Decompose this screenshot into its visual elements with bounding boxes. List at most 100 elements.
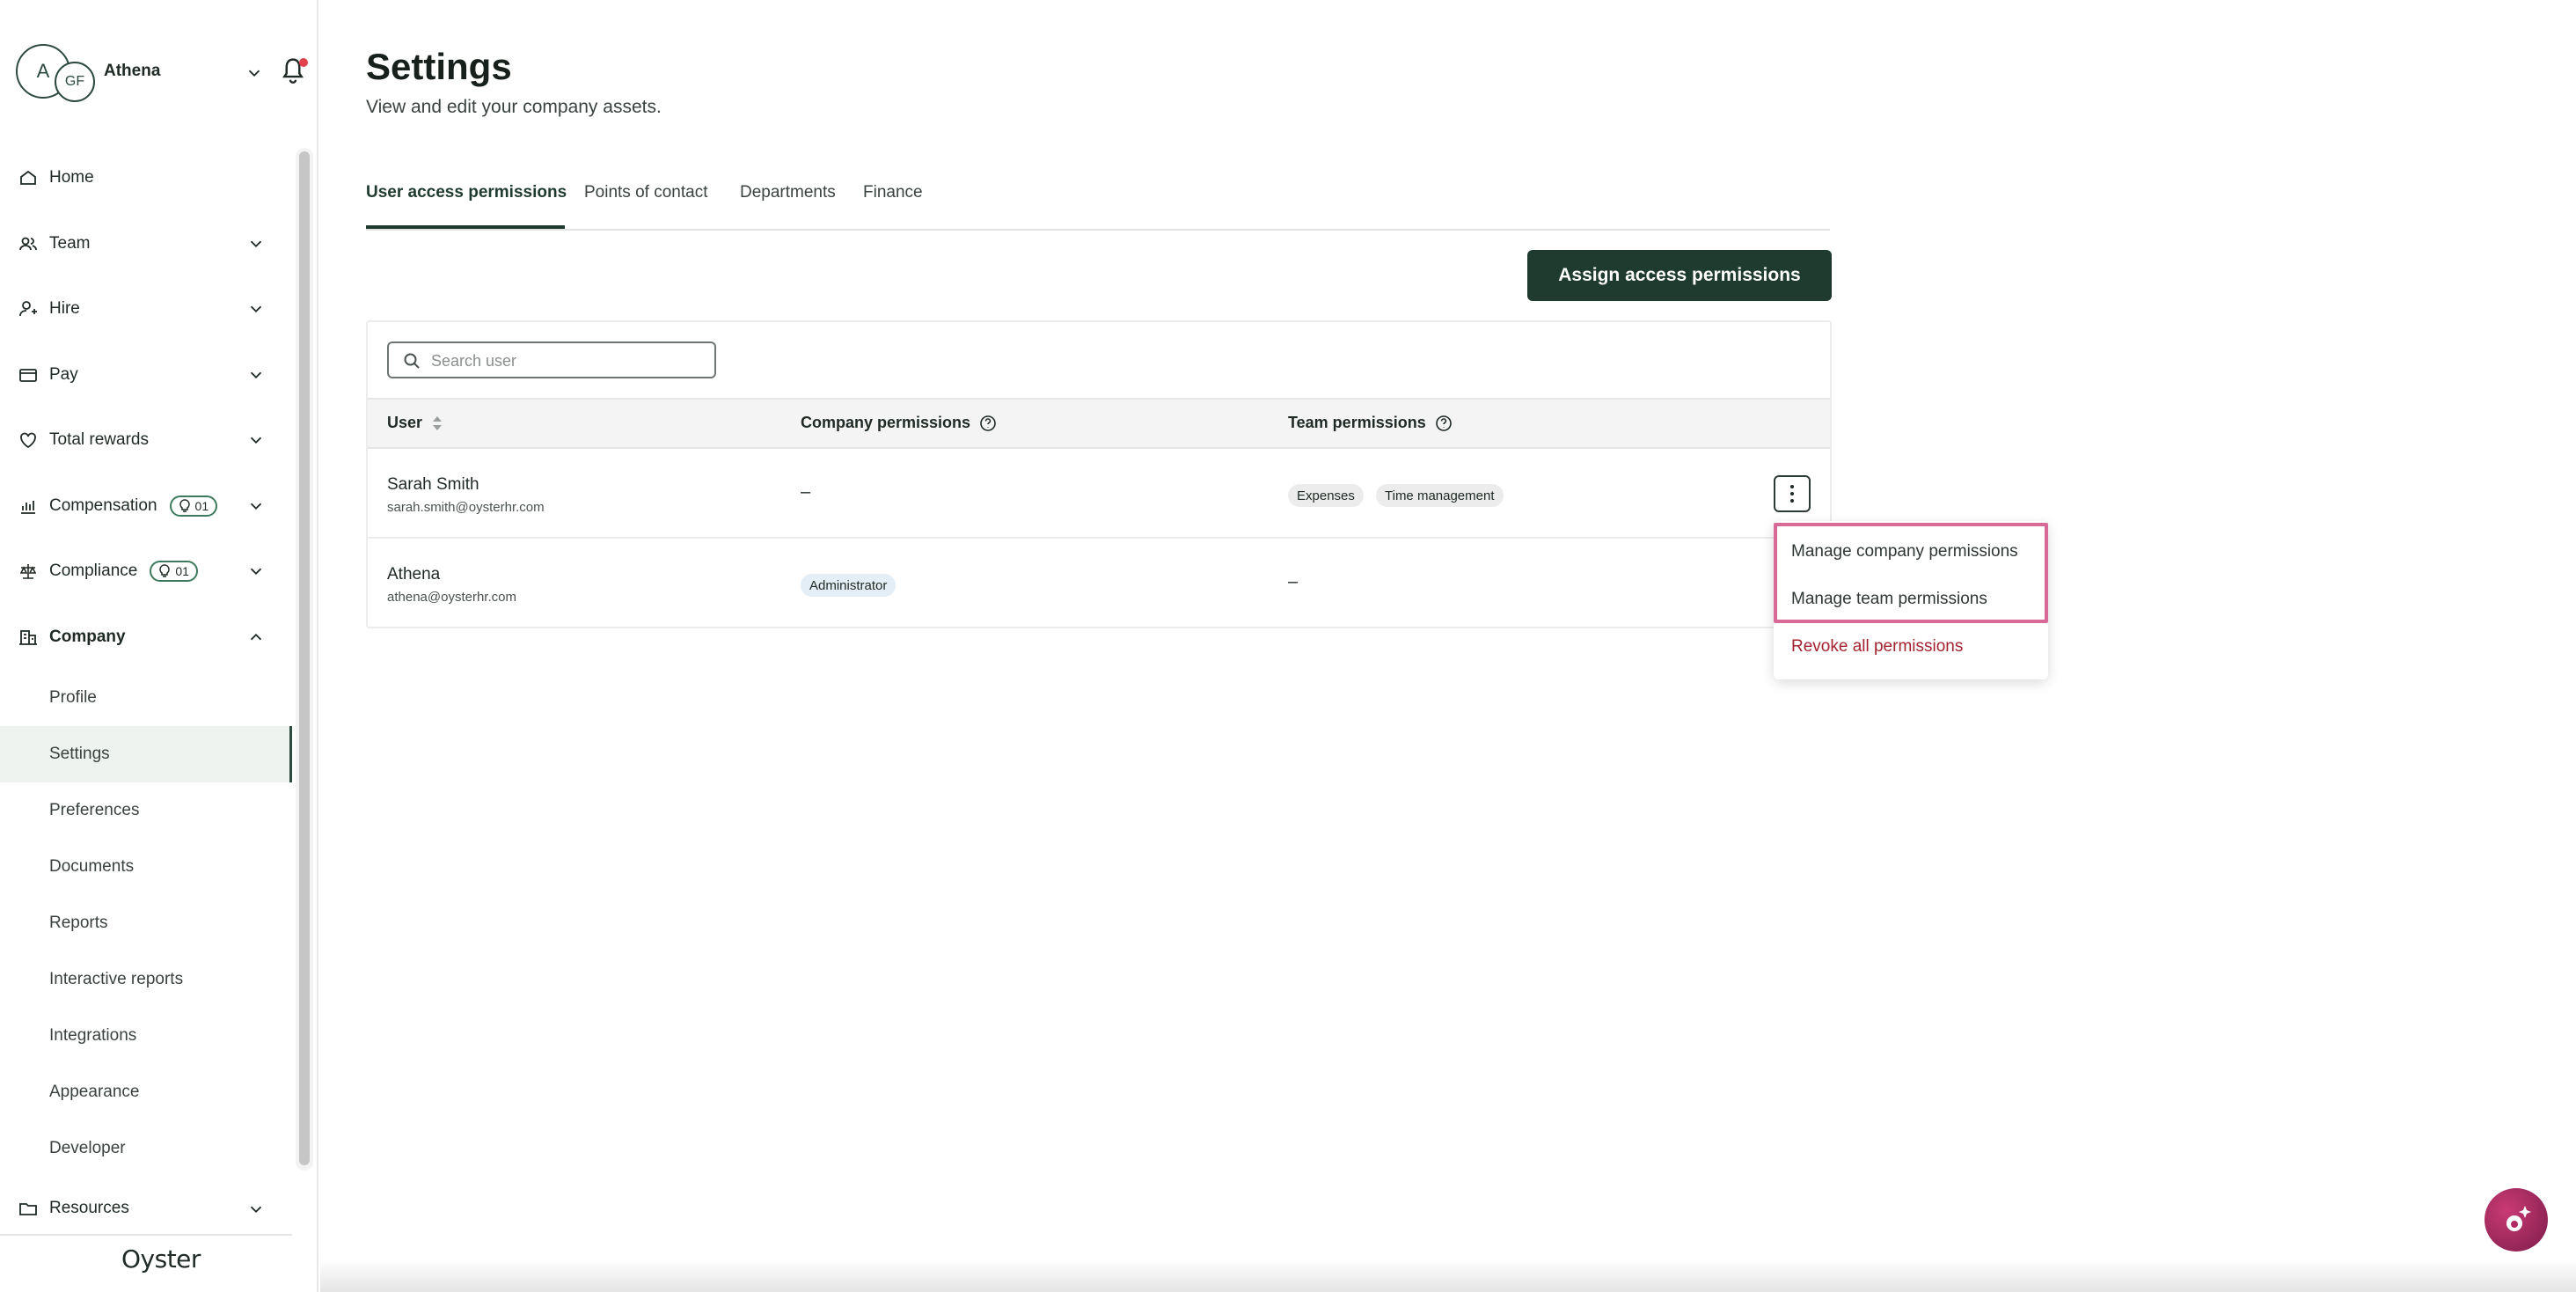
user-email: athena@oysterhr.com <box>387 590 516 605</box>
team-icon <box>19 237 37 250</box>
sidebar-subitem-appearance[interactable]: Appearance <box>0 1064 292 1120</box>
assistant-button[interactable] <box>2485 1188 2548 1252</box>
sidebar-subitem-reports[interactable]: Reports <box>0 895 292 951</box>
sidebar-subitem-developer[interactable]: Developer <box>0 1120 292 1177</box>
brand-logo[interactable]: Oyster <box>121 1244 201 1274</box>
chevron-down-icon[interactable] <box>245 63 264 83</box>
sort-icon[interactable] <box>431 415 443 432</box>
permission-tag: Administrator <box>801 574 896 597</box>
sidebar: A GF Athena Home Team Hire Pay Total rew… <box>0 0 318 1292</box>
page-title: Settings <box>366 46 512 87</box>
revoke-all-permissions-item[interactable]: Revoke all permissions <box>1791 637 1963 657</box>
chevron-down-icon <box>250 437 262 444</box>
badge-count: 01 <box>194 498 209 513</box>
table-row: Athena athena@oysterhr.com Administrator… <box>368 539 1830 628</box>
company-avatar: GF <box>55 62 95 102</box>
assign-access-permissions-button[interactable]: Assign access permissions <box>1527 250 1832 301</box>
card-icon <box>19 368 37 382</box>
sidebar-item-compensation[interactable]: Compensation 01 <box>0 473 292 540</box>
permission-tag: Expenses <box>1288 484 1364 507</box>
help-icon[interactable] <box>1435 415 1453 432</box>
sidebar-scrollbar-thumb[interactable] <box>299 151 310 1165</box>
sidebar-item-hire[interactable]: Hire <box>0 276 292 342</box>
sidebar-item-label: Compensation <box>49 496 157 515</box>
folder-icon <box>19 1203 37 1215</box>
bottom-shadow <box>320 1259 2576 1292</box>
chevron-down-icon <box>250 1206 262 1214</box>
permissions-table: User Company permissions Team permission… <box>366 320 1832 628</box>
sidebar-item-label: Resources <box>49 1199 129 1217</box>
sidebar-subitem-settings[interactable]: Settings <box>0 726 292 782</box>
page-subtitle: View and edit your company assets. <box>366 97 662 117</box>
sidebar-nav: Home Team Hire Pay Total rewards Compens… <box>0 145 292 1240</box>
heart-icon <box>20 432 36 449</box>
search-field[interactable] <box>387 341 716 378</box>
table-header: User Company permissions Team permission… <box>368 398 1830 449</box>
more-vertical-icon <box>1790 485 1794 503</box>
sparkle-icon <box>2506 1206 2531 1231</box>
manage-company-permissions-item[interactable]: Manage company permissions <box>1791 542 2018 562</box>
profile-name: Athena <box>104 62 161 80</box>
tab-points-of-contact[interactable]: Points of contact <box>584 183 707 202</box>
chevron-down-icon <box>250 503 262 510</box>
lightbulb-icon <box>179 498 190 512</box>
sidebar-item-label: Hire <box>49 299 80 319</box>
sidebar-item-label: Compliance <box>49 562 138 581</box>
sidebar-item-home[interactable]: Home <box>0 145 292 211</box>
sidebar-item-label: Pay <box>49 364 78 384</box>
permission-tag: Time management <box>1376 484 1504 507</box>
column-header-label: User <box>387 414 423 431</box>
sidebar-item-resources[interactable]: Resources <box>0 1177 292 1240</box>
sidebar-item-total-rewards[interactable]: Total rewards <box>0 407 292 473</box>
active-tab-indicator <box>366 225 565 229</box>
building-icon <box>19 629 37 645</box>
user-email: sarah.smith@oysterhr.com <box>387 500 545 515</box>
tab-departments[interactable]: Departments <box>740 183 836 202</box>
row-actions-button[interactable] <box>1774 475 1811 512</box>
sidebar-subitem-interactive-reports[interactable]: Interactive reports <box>0 951 292 1008</box>
badge-count: 01 <box>175 564 189 579</box>
help-icon[interactable] <box>979 415 997 432</box>
sidebar-subitem-profile[interactable]: Profile <box>0 670 292 726</box>
hire-icon <box>19 301 37 317</box>
column-header-team-permissions: Team permissions <box>1288 414 1453 432</box>
column-header-label: Company permissions <box>801 414 971 431</box>
notification-dot <box>299 58 308 67</box>
sidebar-subitem-preferences[interactable]: Preferences <box>0 782 292 839</box>
sidebar-item-company[interactable]: Company <box>0 605 292 671</box>
manage-team-permissions-item[interactable]: Manage team permissions <box>1791 590 1987 609</box>
sidebar-item-label: Team <box>49 233 91 253</box>
sidebar-item-pay[interactable]: Pay <box>0 342 292 408</box>
scale-icon <box>19 564 37 580</box>
home-icon <box>20 171 36 186</box>
table-row: Sarah Smith sarah.smith@oysterhr.com – E… <box>368 449 1830 539</box>
sidebar-item-compliance[interactable]: Compliance 01 <box>0 539 292 605</box>
tab-finance[interactable]: Finance <box>863 183 923 202</box>
user-name: Sarah Smith <box>387 475 479 494</box>
column-header-company-permissions: Company permissions <box>801 414 997 432</box>
sidebar-item-label: Total rewards <box>49 430 149 450</box>
search-icon <box>404 353 420 369</box>
column-header-user[interactable]: User <box>387 414 443 432</box>
sidebar-divider <box>0 1234 292 1236</box>
company-permissions-empty: – <box>801 482 811 502</box>
chevron-down-icon <box>250 568 262 576</box>
main-content: Settings View and edit your company asse… <box>320 0 2576 1292</box>
settings-tabs: User access permissions Points of contac… <box>366 174 1830 231</box>
chart-icon <box>21 500 35 514</box>
search-input[interactable] <box>431 349 704 373</box>
sidebar-subitem-integrations[interactable]: Integrations <box>0 1008 292 1064</box>
row-actions-menu: Manage company permissions Manage team p… <box>1774 521 2048 679</box>
chevron-down-icon <box>250 371 262 378</box>
sidebar-subitem-documents[interactable]: Documents <box>0 839 292 895</box>
compensation-badge: 01 <box>169 495 218 517</box>
user-name: Athena <box>387 565 441 584</box>
tab-user-access-permissions[interactable]: User access permissions <box>366 183 567 202</box>
sidebar-item-label: Company <box>49 627 126 646</box>
sidebar-item-label: Home <box>49 168 94 187</box>
sidebar-item-team[interactable]: Team <box>0 211 292 277</box>
lightbulb-icon <box>159 564 171 577</box>
profile-switcher[interactable]: A GF Athena <box>16 44 308 102</box>
chevron-up-icon <box>250 633 262 640</box>
compliance-badge: 01 <box>150 561 198 583</box>
